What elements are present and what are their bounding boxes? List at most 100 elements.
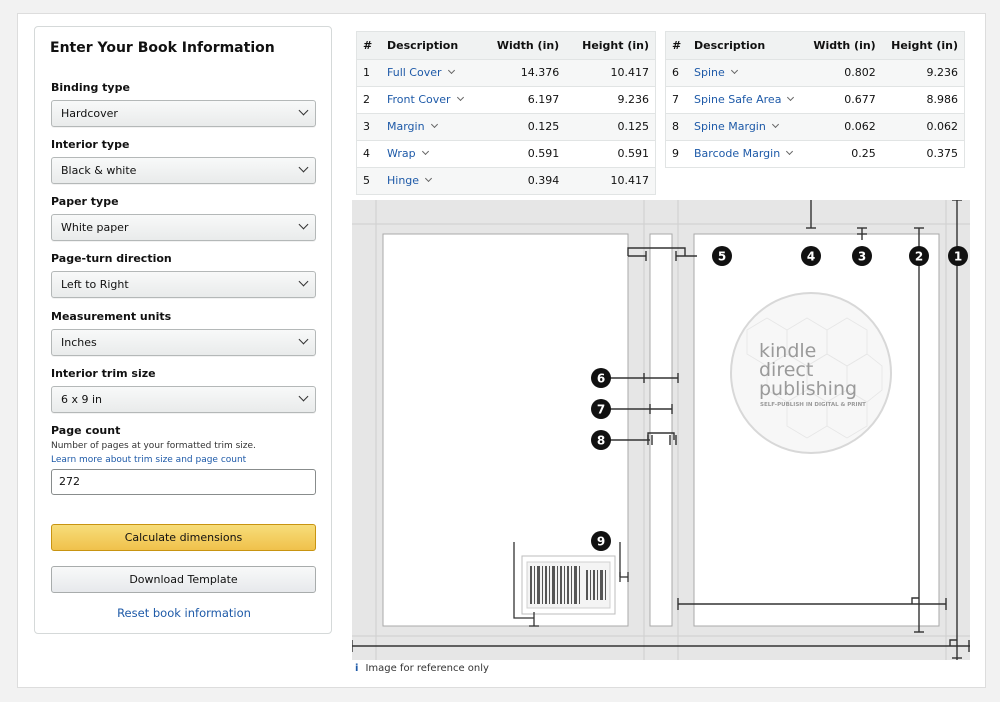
trim-size-help-link[interactable]: Learn more about trim size and page coun… bbox=[51, 455, 246, 465]
row-num: 4 bbox=[357, 139, 381, 167]
row-desc-margin[interactable]: Margin bbox=[381, 112, 481, 140]
row-height: 0.591 bbox=[565, 139, 655, 167]
row-desc-label: Full Cover bbox=[387, 66, 442, 79]
units-select[interactable]: Inches bbox=[51, 329, 316, 356]
reference-note: i Image for reference only bbox=[355, 663, 489, 674]
marker-label: 1 bbox=[954, 250, 962, 264]
chevron-down-icon bbox=[456, 93, 464, 102]
row-desc-spine-safe-area[interactable]: Spine Safe Area bbox=[688, 85, 805, 113]
table-row: 6 Spine 0.802 9.236 bbox=[666, 58, 964, 86]
marker-7: 7 bbox=[591, 399, 611, 419]
form-title: Enter Your Book Information bbox=[50, 40, 275, 56]
page-count-label: Page count bbox=[51, 424, 121, 437]
page-count-input[interactable]: 272 bbox=[51, 469, 316, 495]
row-num: 3 bbox=[357, 112, 381, 140]
row-height: 9.236 bbox=[881, 58, 964, 86]
chevron-down-icon bbox=[298, 276, 309, 287]
interior-type-label: Interior type bbox=[51, 138, 130, 151]
chevron-down-icon bbox=[430, 120, 438, 129]
dimensions-table-left: # Description Width (in) Height (in) 1 F… bbox=[356, 31, 656, 195]
marker-9: 9 bbox=[591, 531, 611, 551]
marker-2: 2 bbox=[909, 246, 929, 266]
trim-size-select[interactable]: 6 x 9 in bbox=[51, 386, 316, 413]
marker-label: 3 bbox=[858, 250, 866, 264]
row-height: 10.417 bbox=[565, 58, 655, 86]
row-width: 0.062 bbox=[804, 112, 882, 140]
table-row: 2 Front Cover 6.197 9.236 bbox=[357, 85, 655, 113]
row-width: 0.394 bbox=[480, 166, 566, 194]
row-desc-label: Wrap bbox=[387, 147, 416, 160]
marker-5: 5 bbox=[712, 246, 732, 266]
marker-label: 2 bbox=[915, 250, 923, 264]
col-description: Description bbox=[381, 32, 481, 59]
col-height: Height (in) bbox=[565, 32, 655, 59]
row-width: 0.591 bbox=[480, 139, 566, 167]
binding-type-label: Binding type bbox=[51, 81, 130, 94]
units-value: Inches bbox=[61, 336, 97, 349]
col-num: # bbox=[666, 32, 688, 59]
row-height: 10.417 bbox=[565, 166, 655, 194]
table-row: 7 Spine Safe Area 0.677 8.986 bbox=[666, 85, 964, 113]
row-desc-front-cover[interactable]: Front Cover bbox=[381, 85, 481, 113]
page-turn-label: Page-turn direction bbox=[51, 252, 172, 265]
marker-label: 7 bbox=[597, 403, 605, 417]
marker-label: 5 bbox=[718, 250, 726, 264]
marker-1: 1 bbox=[948, 246, 968, 266]
row-num: 5 bbox=[357, 166, 381, 194]
interior-type-value: Black & white bbox=[61, 164, 137, 177]
row-num: 7 bbox=[666, 85, 688, 113]
col-width: Width (in) bbox=[804, 32, 882, 59]
chevron-down-icon bbox=[298, 105, 309, 116]
row-desc-label: Hinge bbox=[387, 174, 420, 188]
trim-size-label: Interior trim size bbox=[51, 367, 156, 380]
row-width: 6.197 bbox=[480, 85, 566, 113]
row-height: 9.236 bbox=[565, 85, 655, 113]
paper-type-select[interactable]: White paper bbox=[51, 214, 316, 241]
info-icon: i bbox=[355, 663, 359, 674]
table-header: # Description Width (in) Height (in) bbox=[666, 32, 964, 59]
col-width: Width (in) bbox=[480, 32, 566, 59]
chevron-down-icon bbox=[787, 93, 795, 102]
chevron-down-icon bbox=[421, 147, 429, 156]
row-desc-hinge[interactable]: Hinge bbox=[381, 166, 481, 194]
download-template-button[interactable]: Download Template bbox=[51, 566, 316, 593]
page-turn-select[interactable]: Left to Right bbox=[51, 271, 316, 298]
row-width: 0.125 bbox=[480, 112, 566, 140]
marker-label: 8 bbox=[597, 434, 605, 448]
row-num: 2 bbox=[357, 85, 381, 113]
row-desc-spine[interactable]: Spine bbox=[688, 58, 805, 86]
marker-3: 3 bbox=[852, 246, 872, 266]
binding-type-value: Hardcover bbox=[61, 107, 118, 120]
marker-label: 4 bbox=[807, 250, 815, 264]
row-desc-spine-margin[interactable]: Spine Margin bbox=[688, 112, 805, 140]
col-num: # bbox=[357, 32, 381, 59]
logo-tagline: SELF-PUBLISH IN DIGITAL & PRINT bbox=[760, 402, 866, 408]
page-turn-value: Left to Right bbox=[61, 278, 129, 291]
table-row: 4 Wrap 0.591 0.591 bbox=[357, 139, 655, 167]
row-desc-label: Barcode Margin bbox=[694, 147, 781, 161]
binding-type-select[interactable]: Hardcover bbox=[51, 100, 316, 127]
row-height: 0.375 bbox=[881, 139, 964, 167]
row-width: 0.677 bbox=[804, 85, 882, 113]
paper-type-value: White paper bbox=[61, 221, 129, 234]
table-row: 3 Margin 0.125 0.125 bbox=[357, 112, 655, 140]
chevron-down-icon bbox=[425, 175, 433, 183]
row-num: 1 bbox=[357, 58, 381, 86]
reset-book-info-link[interactable]: Reset book information bbox=[35, 606, 333, 620]
trim-size-value: 6 x 9 in bbox=[61, 393, 103, 406]
row-desc-wrap[interactable]: Wrap bbox=[381, 139, 481, 167]
table-row: 5 Hinge 0.394 10.417 bbox=[357, 166, 655, 194]
interior-type-select[interactable]: Black & white bbox=[51, 157, 316, 184]
row-desc-label: Margin bbox=[387, 120, 425, 133]
row-width: 0.802 bbox=[804, 58, 882, 86]
marker-8: 8 bbox=[591, 430, 611, 450]
chevron-down-icon bbox=[771, 120, 779, 129]
calculate-dimensions-button[interactable]: Calculate dimensions bbox=[51, 524, 316, 551]
row-desc-full-cover[interactable]: Full Cover bbox=[381, 58, 481, 86]
row-desc-label: Spine bbox=[694, 66, 725, 79]
book-info-form: Enter Your Book Information Binding type… bbox=[34, 26, 332, 634]
col-description: Description bbox=[688, 32, 805, 59]
cover-template-diagram: kindle direct publishing SELF-PUBLISH IN… bbox=[352, 200, 970, 660]
row-desc-barcode-margin[interactable]: Barcode Margin bbox=[688, 139, 805, 167]
row-desc-label: Front Cover bbox=[387, 93, 451, 106]
